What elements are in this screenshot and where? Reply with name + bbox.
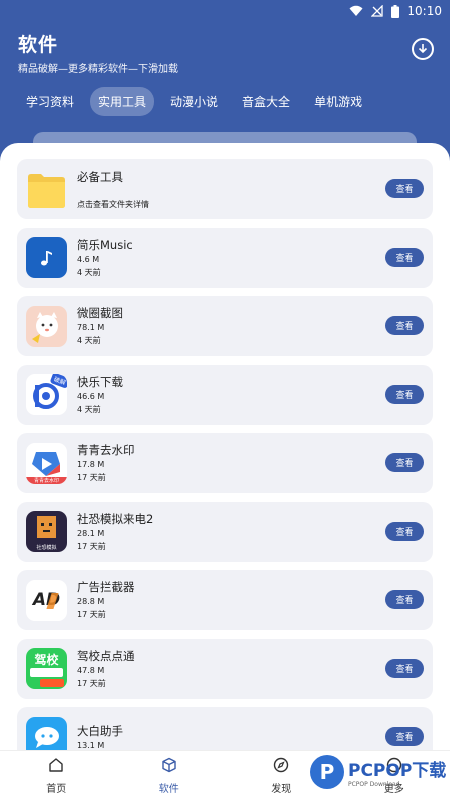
download-icon — [417, 40, 429, 59]
tab-study[interactable]: 学习资料 — [18, 87, 82, 116]
tab-music[interactable]: 音盒大全 — [234, 87, 298, 116]
tab-tools[interactable]: 实用工具 — [90, 86, 155, 116]
watermark-text: PCPOP下载 — [348, 761, 447, 781]
folder-card[interactable]: 必备工具 点击查看文件夹详情 查看 — [17, 159, 433, 219]
list-item[interactable]: AD 广告拦截器 28.8 M 17 天前 查看 — [17, 570, 433, 630]
app-size: 46.6 M — [77, 391, 105, 401]
watermark-sub: PCPOP Download — [348, 781, 400, 788]
app-time: 17 天前 — [77, 541, 106, 551]
icon-caption: 驾校 — [34, 653, 59, 667]
list-item[interactable]: 微圈截图 78.1 M 4 天前 查看 — [17, 296, 433, 356]
play-square-icon: 青青去水印 — [26, 442, 67, 484]
app-name: 简乐Music — [77, 237, 133, 252]
wifi-icon — [349, 5, 363, 17]
icon-caption: 青青去水印 — [26, 476, 67, 484]
app-size: 28.1 M — [77, 528, 105, 538]
list-item[interactable]: 大白助手 13.1 M 查看 — [17, 707, 433, 750]
app-list: 必备工具 点击查看文件夹详情 查看 简乐Music 4.6 M 4 天前 查看 … — [0, 143, 450, 750]
page-title: 软件 — [18, 34, 59, 56]
app-size: 13.1 M — [77, 740, 105, 750]
app-name: 快乐下载 — [77, 374, 123, 389]
battery-icon — [391, 4, 400, 18]
nav-software[interactable]: 软件 — [113, 751, 226, 800]
icon-ribbon-bottom — [40, 679, 64, 687]
box-character-icon: 社恐模拟 — [26, 511, 67, 552]
driving-school-icon: 驾校 — [26, 648, 67, 689]
view-button[interactable]: 查看 — [385, 590, 424, 609]
compass-icon — [273, 757, 289, 776]
view-button[interactable]: 查看 — [385, 179, 424, 198]
nav-label: 软件 — [158, 783, 179, 795]
icon-caption: 社恐模拟 — [36, 545, 57, 551]
music-note-icon — [26, 237, 67, 278]
app-name: 社恐模拟来电2 — [77, 511, 154, 526]
download-d-icon: 破解 — [26, 374, 67, 415]
cartoon-cat-icon — [26, 305, 67, 347]
view-button[interactable]: 查看 — [385, 247, 424, 267]
tab-anime[interactable]: 动漫小说 — [162, 87, 226, 116]
category-tabs: 学习资料 实用工具 动漫小说 音盒大全 单机游戏 — [0, 82, 450, 118]
home-icon — [48, 757, 64, 776]
view-button[interactable]: 查看 — [385, 316, 424, 335]
app-time: 17 天前 — [77, 610, 106, 619]
chat-bubble-icon — [26, 716, 67, 750]
view-button[interactable]: 查看 — [385, 384, 424, 404]
watermark-logo-icon: P — [310, 755, 344, 789]
app-name: 广告拦截器 — [77, 580, 135, 594]
view-button[interactable]: 查看 — [385, 453, 424, 472]
list-item[interactable]: 简乐Music 4.6 M 4 天前 查看 — [17, 227, 433, 288]
nav-label: 首页 — [46, 783, 67, 795]
app-size: 17.8 M — [77, 460, 105, 469]
view-button[interactable]: 查看 — [385, 521, 424, 541]
app-time: 17 天前 — [77, 473, 106, 482]
status-time: 10:10 — [407, 4, 442, 18]
app-name: 驾校点点通 — [77, 648, 135, 663]
app-time: 4 天前 — [77, 336, 101, 345]
download-button[interactable] — [412, 38, 434, 60]
content-sheet: 必备工具 点击查看文件夹详情 查看 简乐Music 4.6 M 4 天前 查看 … — [0, 143, 450, 750]
watermark: P PCPOP下载 PCPOP Download — [310, 755, 446, 789]
list-item[interactable]: 青青去水印 青青去水印 17.8 M 17 天前 查看 — [17, 433, 433, 493]
view-button[interactable]: 查看 — [385, 658, 424, 678]
list-item[interactable]: 驾校 驾校点点通 47.8 M 17 天前 查看 — [17, 638, 433, 699]
app-time: 4 天前 — [77, 267, 101, 277]
header: 软件 精品破解—更多精彩软件—下滑加载 — [0, 22, 450, 82]
tab-games[interactable]: 单机游戏 — [306, 87, 370, 116]
cube-icon — [161, 757, 177, 776]
folder-icon — [26, 169, 67, 210]
app-size: 78.1 M — [77, 323, 105, 332]
list-item[interactable]: 破解 快乐下载 46.6 M 4 天前 查看 — [17, 364, 433, 425]
folder-desc: 点击查看文件夹详情 — [77, 199, 149, 209]
status-bar: 10:10 — [0, 0, 450, 22]
folder-name: 必备工具 — [77, 169, 123, 184]
no-signal-icon — [371, 5, 384, 17]
page-subtitle: 精品破解—更多精彩软件—下滑加载 — [18, 64, 178, 75]
nav-label: 发现 — [271, 783, 292, 795]
app-name: 大白助手 — [77, 723, 123, 738]
app-name: 青青去水印 — [77, 443, 135, 457]
app-size: 28.8 M — [77, 597, 105, 606]
view-button[interactable]: 查看 — [385, 727, 424, 746]
app-time: 4 天前 — [77, 404, 101, 414]
app-size: 4.6 M — [77, 254, 100, 264]
icon-ribbon — [30, 668, 63, 677]
nav-home[interactable]: 首页 — [0, 751, 113, 800]
app-size: 47.8 M — [77, 665, 105, 675]
ad-block-icon: AD — [26, 579, 67, 621]
app-name: 微圈截图 — [77, 306, 123, 320]
list-item[interactable]: 社恐模拟 社恐模拟来电2 28.1 M 17 天前 查看 — [17, 501, 433, 562]
app-time: 17 天前 — [77, 678, 106, 688]
